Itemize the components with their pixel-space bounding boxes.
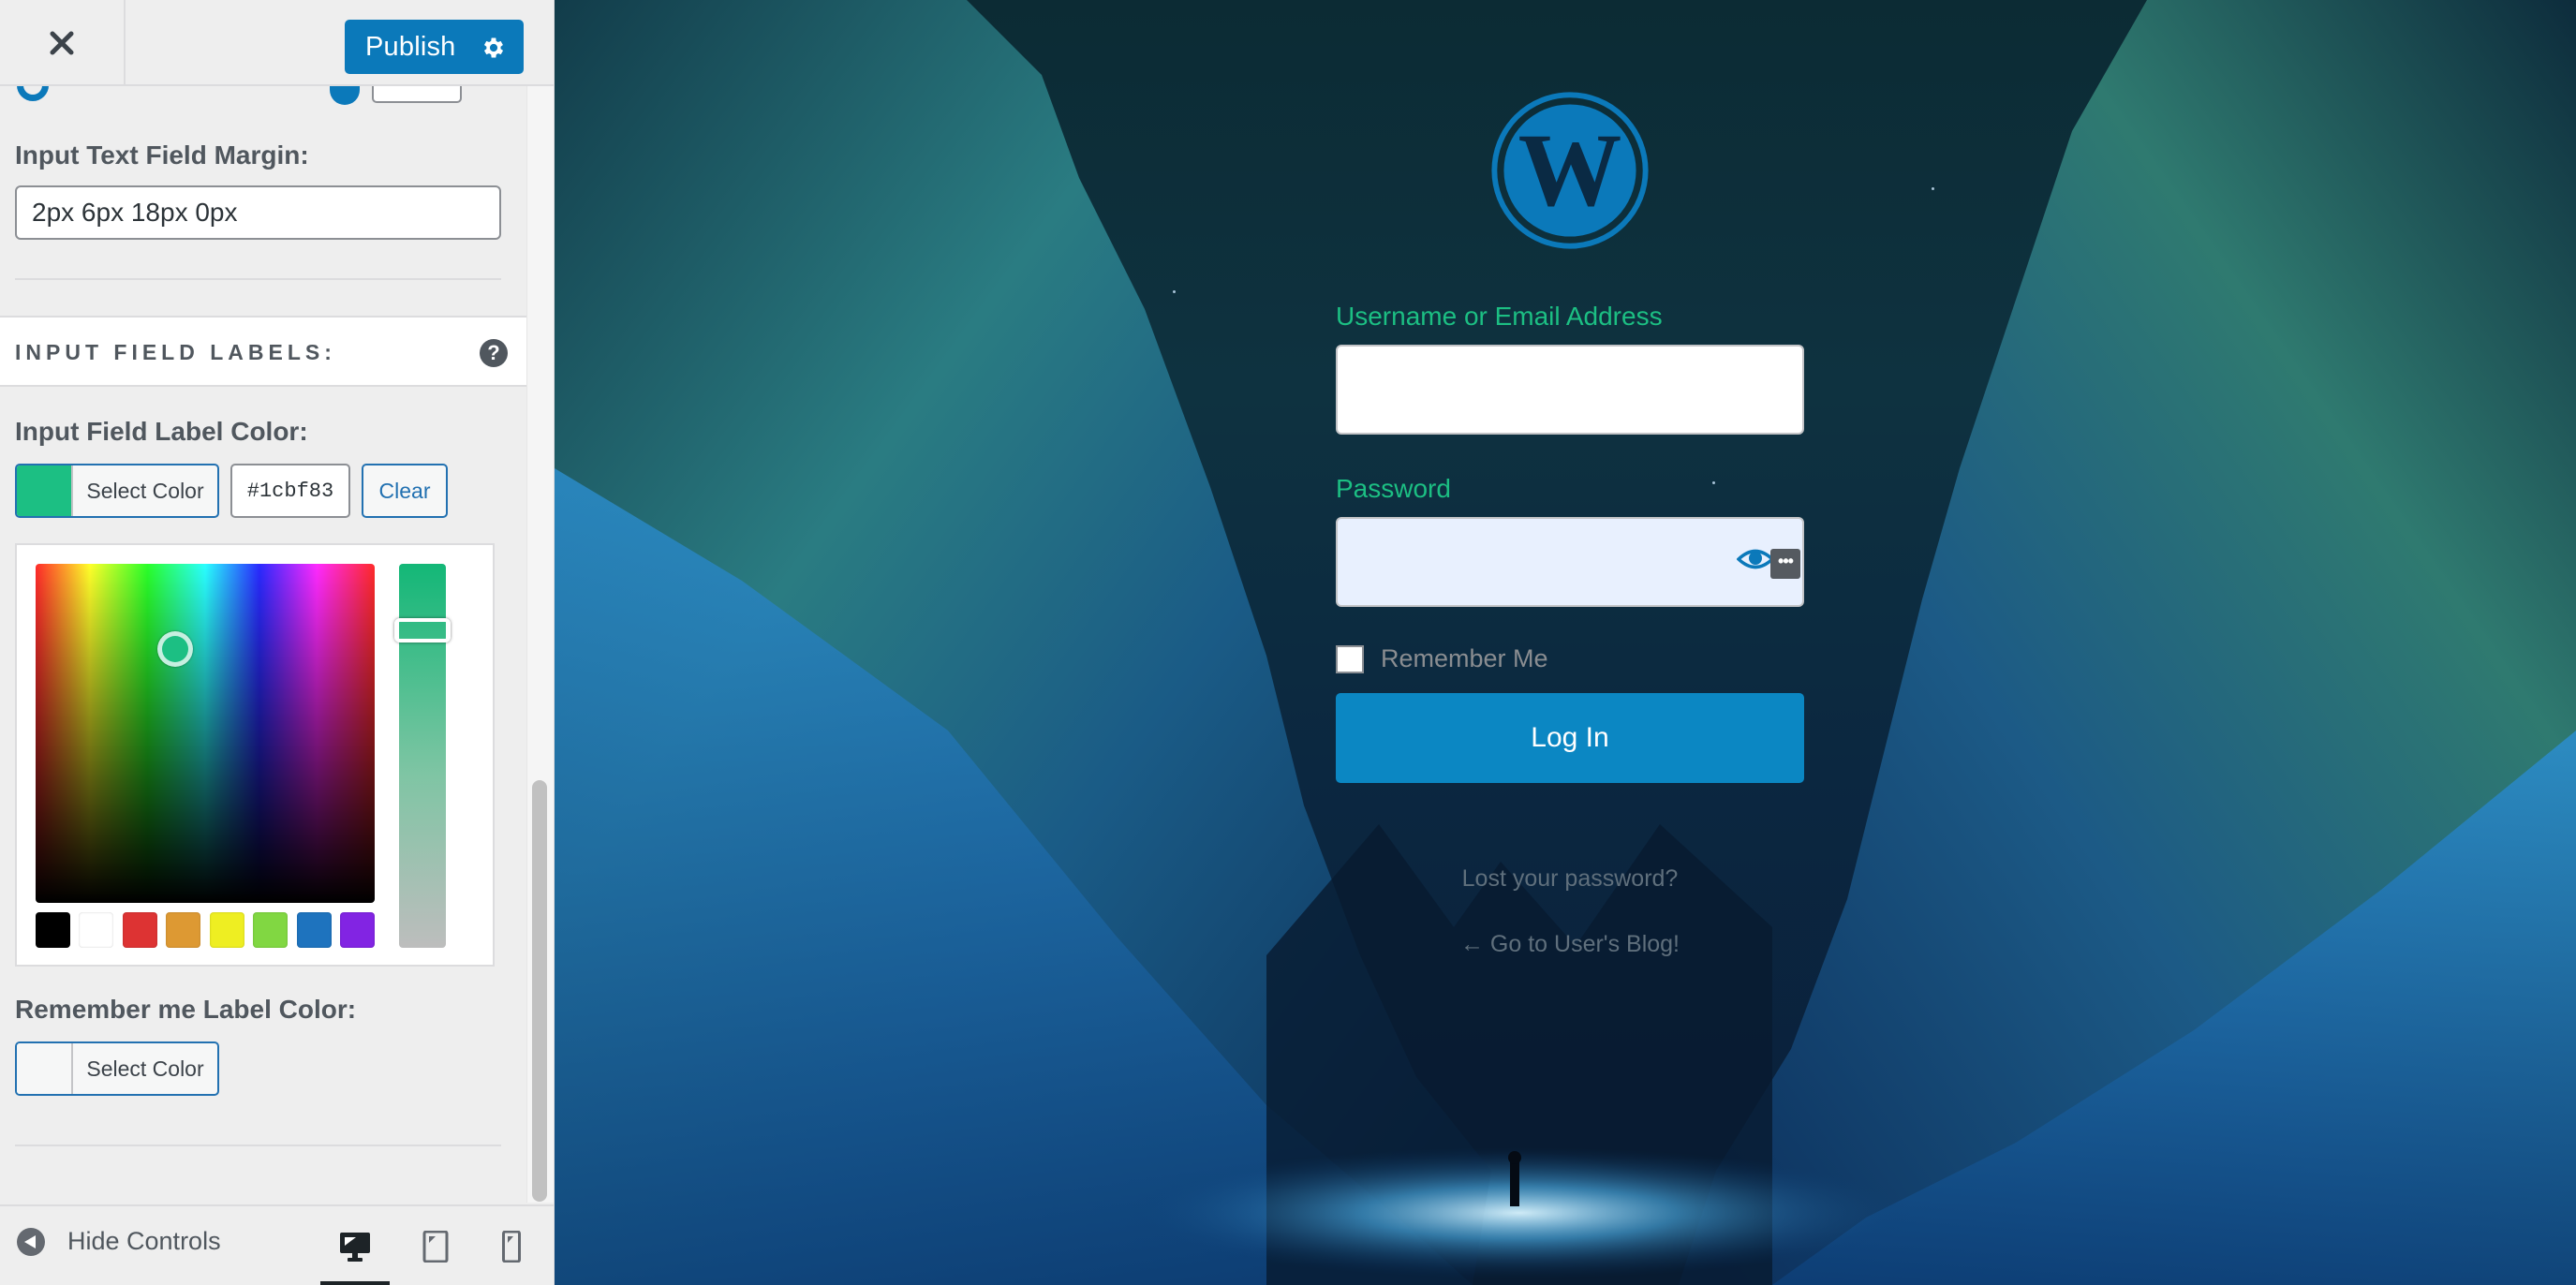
color-picker	[15, 543, 495, 967]
saturation-hue-area[interactable]	[36, 564, 375, 903]
divider	[15, 1145, 501, 1146]
hide-controls-label: Hide Controls	[67, 1227, 221, 1255]
label-color-hex-input[interactable]: #1cbf83	[230, 464, 350, 518]
close-button[interactable]	[0, 0, 126, 86]
section-title: INPUT FIELD LABELS:	[15, 340, 336, 364]
sidebar-footer: Hide Controls	[0, 1204, 554, 1285]
palette-swatch-green[interactable]	[253, 912, 289, 948]
close-icon	[50, 31, 74, 55]
password-label: Password	[1336, 474, 1451, 503]
input-margin-label: Input Text Field Margin:	[15, 140, 309, 170]
password-manager-icon[interactable]: •••	[1770, 549, 1800, 579]
mobile-preview-icon[interactable]	[502, 1231, 521, 1263]
star	[1173, 290, 1176, 293]
sidebar-scrollbar[interactable]	[532, 780, 547, 1202]
palette-swatch-red[interactable]	[122, 912, 157, 948]
select-color-label: Select Color	[86, 1056, 204, 1081]
publish-label: Publish	[365, 31, 456, 62]
palette-swatch-white[interactable]	[79, 912, 114, 948]
lost-password-link[interactable]: Lost your password?	[1336, 865, 1804, 893]
svg-text:W: W	[1518, 112, 1622, 228]
password-input[interactable]: •••	[1336, 517, 1804, 607]
controls-panel: 100 % Input Text Field Margin: 2px 6px 1…	[0, 69, 526, 1203]
username-input[interactable]	[1336, 345, 1804, 435]
sidebar-header: Publish	[0, 0, 554, 86]
username-label: Username or Email Address	[1336, 302, 1663, 331]
input-margin-field[interactable]: 2px 6px 18px 0px	[15, 185, 501, 240]
help-icon[interactable]: ?	[480, 339, 508, 367]
customizer-sidebar: 100 % Input Text Field Margin: 2px 6px 1…	[0, 0, 555, 1285]
checkbox[interactable]	[1336, 644, 1364, 673]
palette-swatch-black[interactable]	[36, 912, 70, 948]
remember-color-label: Remember me Label Color:	[15, 995, 357, 1024]
desktop-preview-icon[interactable]	[339, 1231, 371, 1263]
divider	[15, 278, 501, 280]
remember-me-checkbox[interactable]: Remember Me	[1336, 644, 1548, 673]
palette-swatch-orange[interactable]	[166, 912, 201, 948]
label-color-label: Input Field Label Color:	[15, 417, 308, 446]
select-color-label: Select Color	[86, 478, 204, 503]
collapse-arrow-icon	[17, 1227, 45, 1256]
back-to-blog-link[interactable]: ← Go to User's Blog!	[1336, 931, 1804, 958]
palette-swatch-blue[interactable]	[296, 912, 332, 948]
show-password-icon[interactable]	[1737, 545, 1774, 573]
remember-color-select-button[interactable]: Select Color	[15, 1041, 219, 1096]
login-form: W Username or Email Address Password •••…	[1336, 0, 1804, 1285]
publish-button[interactable]: Publish	[345, 20, 524, 74]
star	[1932, 187, 1934, 190]
remember-color-swatch	[17, 1043, 73, 1094]
gear-icon[interactable]	[481, 35, 507, 61]
color-palette	[36, 912, 375, 948]
remember-me-label: Remember Me	[1381, 644, 1548, 672]
hide-controls-button[interactable]: Hide Controls	[17, 1227, 221, 1256]
wordpress-logo-icon[interactable]: W	[1491, 92, 1649, 249]
label-color-select-button[interactable]: Select Color	[15, 464, 219, 518]
section-header-input-field-labels: INPUT FIELD LABELS: ?	[0, 316, 526, 387]
palette-swatch-purple[interactable]	[339, 912, 375, 948]
clear-color-button[interactable]: Clear	[362, 464, 448, 518]
tablet-preview-icon[interactable]	[422, 1231, 449, 1263]
log-in-button[interactable]: Log In	[1336, 693, 1804, 783]
label-color-swatch	[17, 465, 73, 516]
color-picker-handle[interactable]	[157, 631, 193, 667]
alpha-slider-handle[interactable]	[394, 618, 451, 642]
active-device-indicator	[320, 1281, 390, 1285]
login-preview: W Username or Email Address Password •••…	[555, 0, 2576, 1285]
palette-swatch-yellow[interactable]	[209, 912, 244, 948]
